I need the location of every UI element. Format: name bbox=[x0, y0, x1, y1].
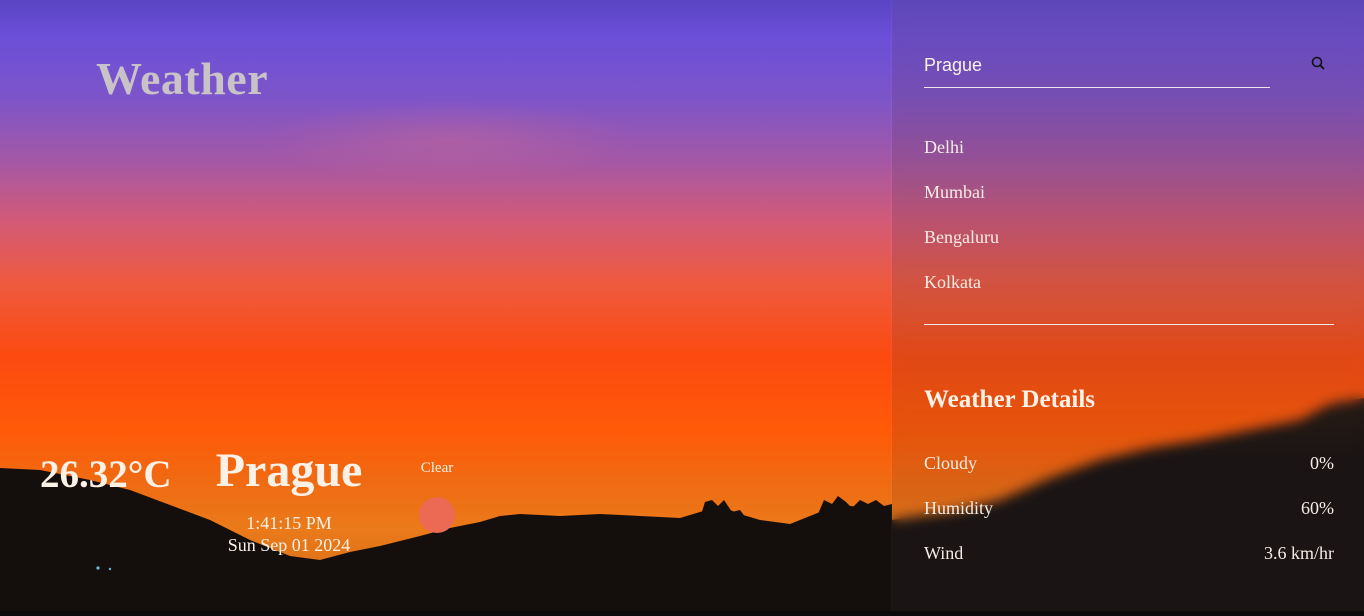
current-date: Sun Sep 01 2024 bbox=[227, 535, 351, 555]
detail-label: Wind bbox=[924, 543, 964, 563]
sidebar-divider bbox=[924, 324, 1334, 325]
app-title: Weather bbox=[96, 53, 269, 104]
current-city-name: Prague bbox=[215, 444, 363, 497]
weather-details-list: Cloudy 0% Humidity 60% Wind 3.6 km/hr bbox=[924, 452, 1334, 587]
city-item-mumbai[interactable]: Mumbai bbox=[924, 181, 1334, 226]
condition-label: Clear bbox=[420, 460, 454, 476]
detail-value: 0% bbox=[1310, 453, 1334, 473]
detail-value: 3.6 km/hr bbox=[1264, 543, 1334, 563]
detail-row-humidity: Humidity 60% bbox=[924, 497, 1334, 542]
condition-block: Clear bbox=[416, 460, 458, 533]
search-icon bbox=[1311, 56, 1325, 70]
city-item-kolkata[interactable]: Kolkata bbox=[924, 271, 1334, 316]
detail-row-cloudy: Cloudy 0% bbox=[924, 452, 1334, 497]
search-button[interactable] bbox=[1307, 52, 1329, 74]
detail-value: 60% bbox=[1301, 498, 1334, 518]
detail-row-wind: Wind 3.6 km/hr bbox=[924, 542, 1334, 587]
detail-label: Cloudy bbox=[924, 453, 978, 473]
sun-icon bbox=[419, 497, 455, 533]
city-item-delhi[interactable]: Delhi bbox=[924, 136, 1334, 181]
bottom-edge bbox=[0, 611, 1364, 616]
current-location-block: Prague 1:41:15 PM Sun Sep 01 2024 bbox=[214, 444, 364, 556]
city-item-bengaluru[interactable]: Bengaluru bbox=[924, 226, 1334, 271]
weather-details-title: Weather Details bbox=[924, 386, 1096, 413]
current-time: 1:41:15 PM bbox=[246, 513, 332, 533]
city-list: Delhi Mumbai Bengaluru Kolkata bbox=[924, 136, 1334, 316]
search-input[interactable] bbox=[924, 44, 1270, 88]
detail-label: Humidity bbox=[924, 498, 994, 518]
current-temperature: 26.32°C bbox=[40, 453, 172, 496]
